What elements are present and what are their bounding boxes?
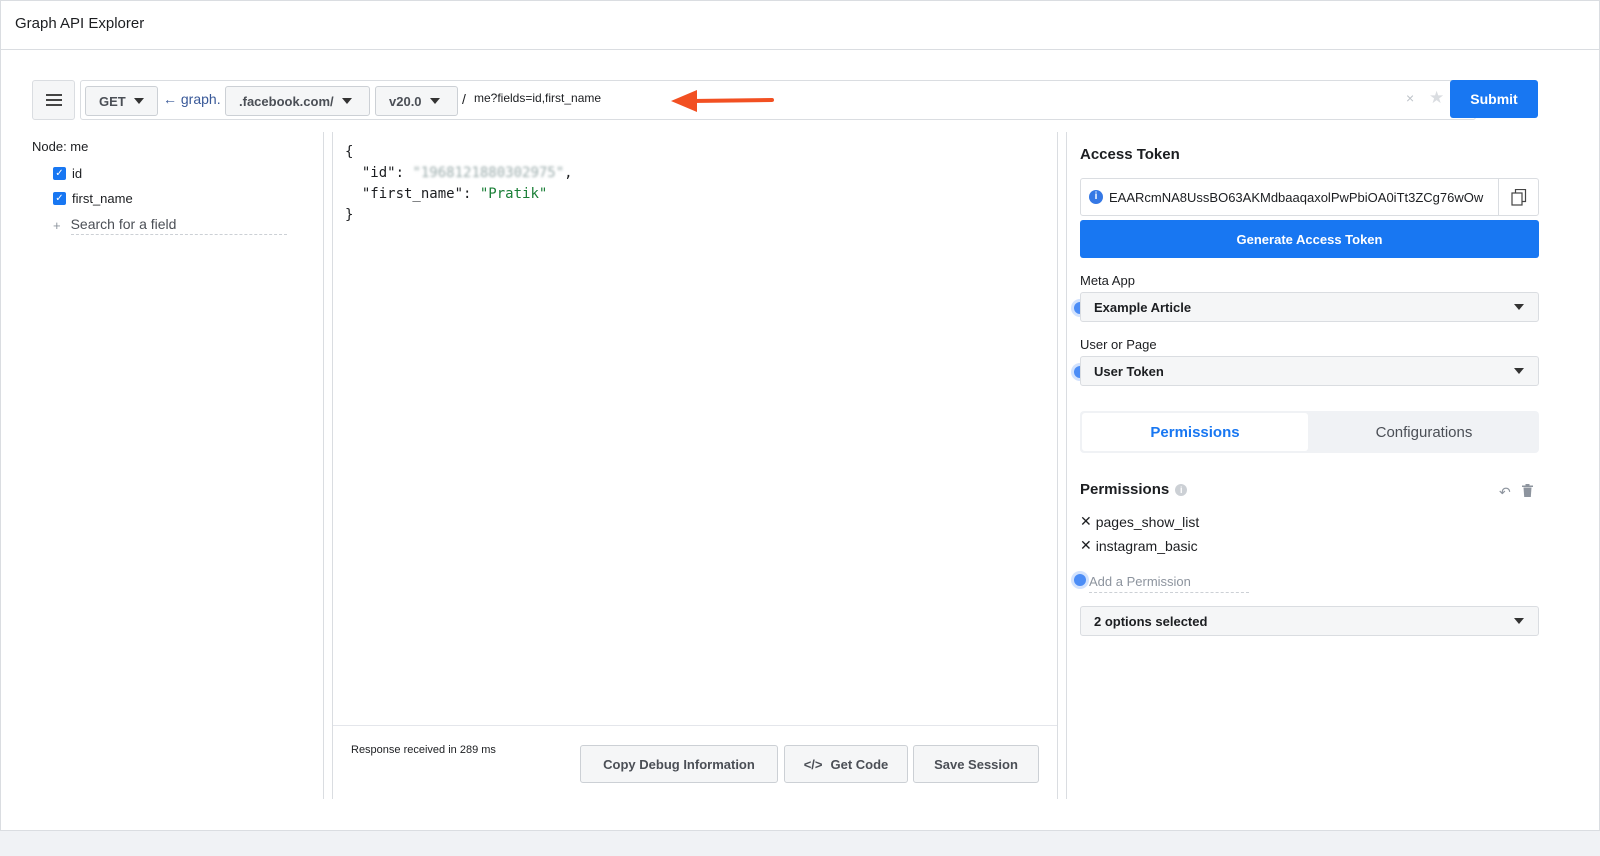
chevron-down-icon <box>1514 618 1524 624</box>
field-row-first-name[interactable]: ✓ first_name <box>53 191 133 206</box>
json-response: { "id": "1968121880302975", "first_name"… <box>345 142 573 226</box>
info-icon[interactable]: i <box>1089 190 1103 204</box>
access-token-title: Access Token <box>1080 146 1180 163</box>
access-token-field[interactable]: i EAARcmNA8UssBO63AKMdbaaqaxolPwPbiOA0iT… <box>1080 178 1539 216</box>
code-icon: </> <box>803 756 823 772</box>
json-close-brace: } <box>345 207 354 223</box>
add-permission-input[interactable]: Add a Permission <box>1089 574 1249 593</box>
meta-app-value: Example Article <box>1094 299 1192 315</box>
permissions-heading: Permissions i <box>1080 481 1188 498</box>
host-value: .facebook.com/ <box>239 93 334 109</box>
json-comma: , <box>564 165 573 181</box>
chevron-down-icon <box>133 98 144 104</box>
clear-icon[interactable]: × <box>1406 90 1414 106</box>
meta-app-select[interactable]: Example Article <box>1080 292 1539 322</box>
options-selected-value: 2 options selected <box>1094 613 1208 629</box>
chevron-down-icon <box>1514 304 1524 310</box>
query-input-box: GET ← graph. .facebook.com/ v20.0 / × ★ <box>80 80 1476 120</box>
generate-access-token-button[interactable]: Generate Access Token <box>1080 220 1539 258</box>
info-icon[interactable]: i <box>1175 483 1188 496</box>
chevron-down-icon <box>1514 368 1524 374</box>
hamburger-icon <box>45 94 62 106</box>
app-title: Graph API Explorer <box>15 15 145 32</box>
version-select[interactable]: v20.0 <box>375 86 458 116</box>
permission-item: ✕ pages_show_list <box>1080 513 1199 530</box>
plus-icon: + <box>53 218 61 233</box>
copy-button[interactable] <box>1498 179 1538 215</box>
json-id-value: "1968121880302975" <box>412 165 565 181</box>
copy-debug-button[interactable]: Copy Debug Information <box>580 745 778 783</box>
chevron-down-icon <box>341 98 352 104</box>
annotation-arrow-icon <box>671 90 774 112</box>
node-label: Node: me <box>32 139 89 154</box>
focus-dot-icon <box>1074 574 1086 586</box>
menu-button[interactable] <box>32 80 75 120</box>
user-page-label: User or Page <box>1080 337 1157 352</box>
app-window: Graph API Explorer GET ← graph. .faceboo… <box>0 0 1600 831</box>
get-code-button[interactable]: </> Get Code <box>784 745 908 783</box>
field-label: first_name <box>72 191 133 206</box>
search-field-placeholder: Search for a field <box>70 216 287 235</box>
submit-button[interactable]: Submit <box>1450 80 1538 118</box>
tab-configurations[interactable]: Configurations <box>1311 413 1537 451</box>
path-separator: / <box>462 91 466 107</box>
checkbox-checked-icon[interactable]: ✓ <box>53 192 66 205</box>
remove-icon[interactable]: ✕ <box>1080 513 1092 530</box>
field-row-id[interactable]: ✓ id <box>53 166 82 181</box>
star-icon[interactable]: ★ <box>1429 88 1444 108</box>
host-prefix-link[interactable]: ← graph. <box>163 91 221 107</box>
copy-icon <box>1510 188 1526 206</box>
response-status: Response received in 289 ms <box>351 744 496 756</box>
fields-panel: Node: me ✓ id ✓ first_name + Search for … <box>1 132 324 799</box>
remove-icon[interactable]: ✕ <box>1080 537 1092 554</box>
checkbox-checked-icon[interactable]: ✓ <box>53 167 66 180</box>
save-session-button[interactable]: Save Session <box>913 745 1039 783</box>
get-code-label: Get Code <box>830 756 889 772</box>
json-id-key: "id": <box>361 165 413 181</box>
method-select[interactable]: GET <box>85 86 158 116</box>
permissions-title: Permissions <box>1080 481 1170 498</box>
token-tabs: Permissions Configurations <box>1080 411 1539 453</box>
response-panel: { "id": "1968121880302975", "first_name"… <box>332 132 1058 799</box>
trash-icon[interactable] <box>1522 484 1533 497</box>
permission-label: instagram_basic <box>1095 537 1198 554</box>
permission-label: pages_show_list <box>1095 513 1200 530</box>
url-bar: GET ← graph. .facebook.com/ v20.0 / × ★ … <box>32 80 1569 120</box>
token-panel: Access Token i EAARcmNA8UssBO63AKMdbaaqa… <box>1066 132 1569 799</box>
user-page-value: User Token <box>1094 363 1164 379</box>
tab-permissions[interactable]: Permissions <box>1082 413 1308 451</box>
chevron-down-icon <box>429 98 440 104</box>
permission-item: ✕ instagram_basic <box>1080 537 1198 554</box>
response-footer: Response received in 289 ms Copy Debug I… <box>333 725 1057 799</box>
user-page-select[interactable]: User Token <box>1080 356 1539 386</box>
permissions-select[interactable]: 2 options selected <box>1080 606 1539 636</box>
json-open-brace: { <box>345 144 354 160</box>
top-bar: Graph API Explorer <box>1 1 1599 50</box>
search-field-input[interactable]: + Search for a field <box>53 216 287 235</box>
access-token-value[interactable]: EAARcmNA8UssBO63AKMdbaaqaxolPwPbiOA0iTt3… <box>1109 190 1497 205</box>
json-first-name-value: "Pratik" <box>479 186 548 202</box>
host-select[interactable]: .facebook.com/ <box>225 86 370 116</box>
json-first-name-key: "first_name": <box>361 186 480 202</box>
version-value: v20.0 <box>389 93 422 109</box>
field-label: id <box>72 166 83 181</box>
method-value: GET <box>99 93 126 109</box>
undo-icon[interactable]: ↶ <box>1499 484 1511 501</box>
meta-app-label: Meta App <box>1080 273 1135 288</box>
